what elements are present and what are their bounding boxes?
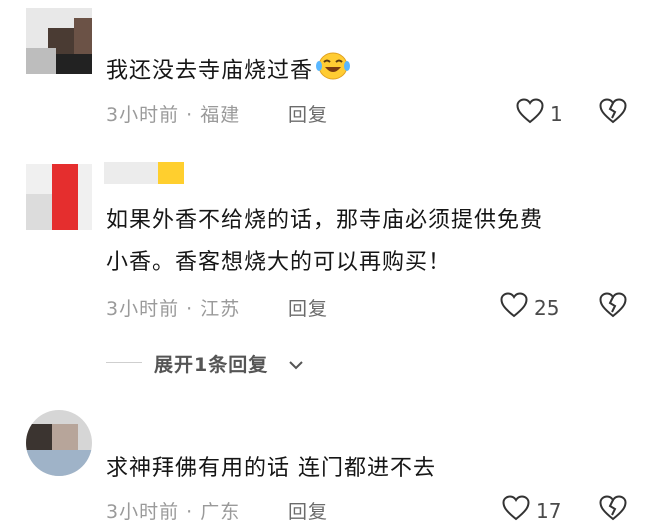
chevron-down-icon xyxy=(288,356,304,375)
comment-meta: 3小时前 · 江苏 xyxy=(106,298,241,320)
like-button[interactable]: 17 xyxy=(502,495,561,526)
comment-text: 如果外香不给烧的话，那寺庙必须提供免费 小香。香客想烧大的可以再购买！ xyxy=(106,208,544,275)
reply-button[interactable]: 回复 xyxy=(288,100,328,127)
broken-heart-icon xyxy=(599,292,627,322)
comment-meta: 3小时前 · 广东 xyxy=(106,501,241,523)
broken-heart-icon xyxy=(599,495,627,525)
heart-icon xyxy=(502,495,530,526)
laughing-tears-emoji-icon xyxy=(315,50,351,93)
like-button[interactable]: 25 xyxy=(500,292,559,323)
heart-icon xyxy=(516,98,544,129)
expand-replies-label[interactable]: 展开1条回复 xyxy=(154,350,268,377)
like-button[interactable]: 1 xyxy=(516,98,563,129)
dislike-button[interactable] xyxy=(599,495,627,525)
avatar[interactable] xyxy=(26,410,92,476)
broken-heart-icon xyxy=(599,98,627,128)
expand-divider xyxy=(106,362,142,363)
like-count: 25 xyxy=(534,295,560,320)
avatar[interactable] xyxy=(26,8,92,74)
reply-button[interactable]: 回复 xyxy=(288,294,328,321)
avatar[interactable] xyxy=(26,164,92,230)
username-blurred[interactable] xyxy=(104,162,184,184)
expand-replies[interactable]: 展开1条回复 xyxy=(0,342,660,382)
like-count: 1 xyxy=(550,101,563,126)
heart-icon xyxy=(500,292,528,323)
comment-text: 我还没去寺庙烧过香 xyxy=(106,50,630,93)
comment-meta: 3小时前 · 福建 xyxy=(106,104,241,126)
reply-button[interactable]: 回复 xyxy=(288,497,328,524)
dislike-button[interactable] xyxy=(599,292,627,322)
dislike-button[interactable] xyxy=(599,98,627,128)
comment-text: 求神拜佛有用的话 连门都进不去 xyxy=(106,456,436,481)
